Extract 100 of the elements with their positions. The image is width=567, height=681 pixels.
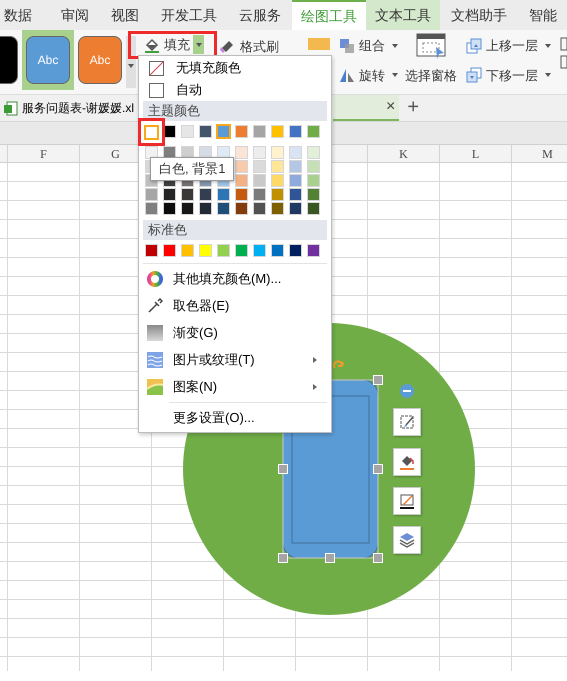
- color-swatch[interactable]: [235, 146, 248, 159]
- resize-handle[interactable]: [373, 464, 383, 474]
- color-swatch[interactable]: [217, 244, 230, 257]
- ribbon-tab[interactable]: 数据: [0, 0, 50, 30]
- color-swatch[interactable]: [216, 124, 231, 139]
- shape-tool-button[interactable]: [393, 448, 421, 476]
- resize-handle[interactable]: [373, 375, 383, 385]
- menu-item[interactable]: 自动: [143, 79, 327, 101]
- shape-tool-button[interactable]: [393, 408, 421, 436]
- color-swatch[interactable]: [253, 125, 266, 138]
- document-tab[interactable]: ×: [333, 95, 400, 121]
- resize-handle[interactable]: [278, 553, 288, 563]
- format-painter-button[interactable]: 格式刷: [217, 36, 282, 56]
- color-swatch[interactable]: [271, 202, 284, 215]
- color-swatch[interactable]: [199, 188, 212, 201]
- ribbon-tab[interactable]: 审阅: [50, 0, 100, 30]
- color-swatch[interactable]: [307, 125, 320, 138]
- dropdown-toggle[interactable]: [193, 35, 204, 54]
- color-swatch[interactable]: [271, 125, 284, 138]
- ribbon-tab[interactable]: 视图: [100, 0, 150, 30]
- color-swatch[interactable]: [199, 125, 212, 138]
- color-swatch[interactable]: [199, 202, 212, 215]
- color-swatch[interactable]: [181, 188, 194, 201]
- ribbon-tab[interactable]: 文本工具: [366, 0, 440, 30]
- resize-handle[interactable]: [278, 464, 288, 474]
- color-swatch[interactable]: [253, 146, 266, 159]
- color-swatch[interactable]: [217, 188, 230, 201]
- color-swatch[interactable]: [163, 188, 176, 201]
- color-swatch[interactable]: [289, 160, 302, 173]
- color-swatch[interactable]: [235, 202, 248, 215]
- ribbon-tab[interactable]: 开发工具: [150, 0, 228, 30]
- color-swatch[interactable]: [163, 244, 176, 257]
- color-swatch[interactable]: [145, 244, 158, 257]
- color-swatch[interactable]: [235, 188, 248, 201]
- color-swatch[interactable]: [271, 174, 284, 187]
- color-swatch[interactable]: [289, 244, 302, 257]
- color-swatch[interactable]: [181, 202, 194, 215]
- ribbon-button[interactable]: 旋转: [336, 66, 401, 85]
- color-swatch[interactable]: [271, 146, 284, 159]
- menu-item[interactable]: 取色器(E): [143, 292, 327, 319]
- new-tab-button[interactable]: +: [399, 95, 427, 121]
- color-swatch[interactable]: [253, 202, 266, 215]
- color-swatch[interactable]: [145, 202, 158, 215]
- selection-pane-button[interactable]: 选择窗格: [401, 33, 461, 86]
- color-swatch[interactable]: [181, 244, 194, 257]
- color-swatch[interactable]: [235, 174, 248, 187]
- shape-tool-button[interactable]: [393, 487, 421, 515]
- menu-item[interactable]: 图案(N): [143, 373, 327, 400]
- document-tab[interactable]: 服务问题表-谢媛媛.xl: [0, 95, 136, 121]
- color-swatch[interactable]: [199, 244, 212, 257]
- color-swatch[interactable]: [144, 124, 159, 140]
- column-header: K: [367, 145, 439, 162]
- color-swatch[interactable]: [181, 125, 194, 138]
- color-swatch[interactable]: [235, 244, 248, 257]
- menu-item[interactable]: 渐变(G): [143, 319, 327, 346]
- ribbon-tab[interactable]: 云服务: [228, 0, 292, 30]
- color-swatch[interactable]: [271, 160, 284, 173]
- color-swatch[interactable]: [271, 244, 284, 257]
- column-header: F: [7, 145, 79, 162]
- resize-handle[interactable]: [325, 553, 335, 563]
- resize-handle[interactable]: [373, 553, 383, 563]
- color-swatch[interactable]: [289, 146, 302, 159]
- color-swatch[interactable]: [163, 202, 176, 215]
- ribbon-tab[interactable]: 绘图工具: [292, 0, 366, 30]
- color-swatch[interactable]: [307, 188, 320, 201]
- color-swatch[interactable]: [235, 125, 248, 138]
- menu-item[interactable]: 其他填充颜色(M)...: [143, 265, 327, 292]
- color-swatch[interactable]: [289, 202, 302, 215]
- color-swatch[interactable]: [271, 188, 284, 201]
- menu-item[interactable]: 无填充颜色: [143, 57, 327, 79]
- color-swatch[interactable]: [253, 244, 266, 257]
- ribbon-tab[interactable]: 智能: [518, 0, 567, 30]
- collapse-icon[interactable]: [400, 384, 414, 398]
- color-swatch[interactable]: [307, 244, 320, 257]
- color-swatch[interactable]: [307, 202, 320, 215]
- ribbon-button[interactable]: 组合: [336, 36, 401, 56]
- empty-square-icon: [149, 82, 164, 98]
- menu-item[interactable]: 图片或纹理(T): [143, 346, 327, 373]
- color-swatch[interactable]: [145, 146, 158, 159]
- menu-item[interactable]: 更多设置(O)...: [143, 404, 327, 431]
- color-swatch[interactable]: [289, 174, 302, 187]
- color-swatch[interactable]: [253, 174, 266, 187]
- close-tab-button[interactable]: ×: [386, 95, 396, 119]
- color-swatch[interactable]: [289, 125, 302, 138]
- color-swatch[interactable]: [235, 160, 248, 173]
- section-header: 主题颜色: [143, 101, 327, 121]
- color-swatch[interactable]: [307, 146, 320, 159]
- color-swatch[interactable]: [253, 188, 266, 201]
- ribbon-button[interactable]: 下移一层: [463, 66, 554, 85]
- texture-icon: [147, 352, 163, 368]
- ribbon-button[interactable]: 上移一层: [463, 36, 554, 56]
- rotate-handle[interactable]: [333, 360, 344, 369]
- color-swatch[interactable]: [253, 160, 266, 173]
- fill-button[interactable]: 填充: [141, 35, 193, 54]
- color-swatch[interactable]: [145, 188, 158, 201]
- color-swatch[interactable]: [289, 188, 302, 201]
- color-swatch[interactable]: [217, 202, 230, 215]
- color-swatch[interactable]: [307, 160, 320, 173]
- ribbon-tab[interactable]: 文档助手: [440, 0, 518, 30]
- color-swatch[interactable]: [307, 174, 320, 187]
